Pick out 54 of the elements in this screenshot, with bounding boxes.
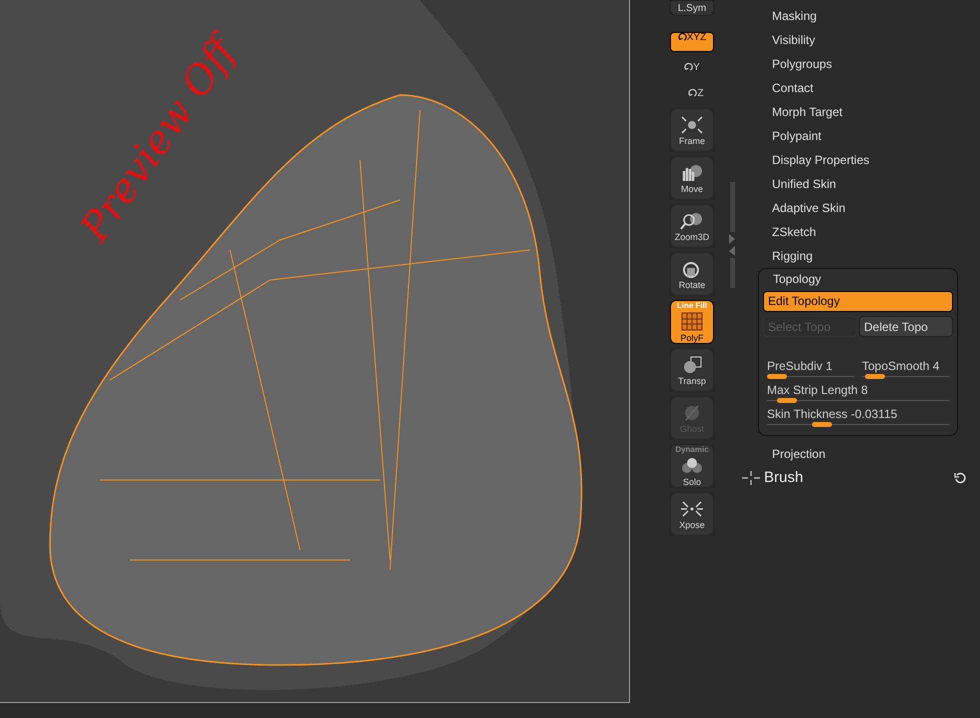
tool-button[interactable]: Frame xyxy=(670,108,714,152)
magnifier-icon xyxy=(680,210,704,230)
arrows-icon xyxy=(680,498,704,518)
palette-title[interactable]: Brush xyxy=(764,466,954,490)
menu-item[interactable]: Projection xyxy=(740,442,980,466)
menu-item[interactable]: Adaptive Skin xyxy=(740,196,980,220)
grid-icon xyxy=(680,312,704,332)
slider-thumb[interactable] xyxy=(812,422,832,426)
axis-toggle[interactable]: Z xyxy=(688,82,704,104)
tool-button[interactable]: Line Fill PolyF xyxy=(670,300,714,344)
tool-button[interactable]: Rotate xyxy=(670,252,714,296)
frame-icon xyxy=(680,114,704,134)
slider-track[interactable] xyxy=(767,397,949,403)
symmetry-button[interactable]: L.Sym xyxy=(670,0,714,16)
tool-button[interactable]: Transp xyxy=(670,348,714,392)
section-header[interactable]: Topology xyxy=(763,269,953,289)
crosshair-icon xyxy=(742,471,760,485)
menu-item[interactable]: Contact xyxy=(740,76,980,100)
rotate-icon xyxy=(678,33,687,42)
slider-thumb[interactable] xyxy=(865,374,886,378)
menu-item[interactable]: Rigging xyxy=(740,244,980,268)
spheres-icon xyxy=(680,456,704,476)
slider-thumb[interactable] xyxy=(777,398,798,402)
tool-button[interactable]: Xpose xyxy=(670,492,714,536)
slider-label: Max Strip Length 8 xyxy=(767,383,869,397)
edit-topology-button[interactable]: Edit Topology xyxy=(763,290,953,312)
expand-arrow-icon[interactable] xyxy=(729,234,735,244)
slider-track[interactable] xyxy=(767,421,949,427)
rotate-icon xyxy=(684,62,694,72)
menu-item[interactable]: Display Properties xyxy=(740,148,980,172)
scroll-grip[interactable] xyxy=(730,182,734,232)
hand-icon xyxy=(680,162,704,182)
menu-item[interactable]: Morph Target xyxy=(740,100,980,124)
tool-button[interactable]: Dynamic Solo xyxy=(670,444,714,488)
reset-icon[interactable] xyxy=(954,472,966,484)
menu-item[interactable]: ZSketch xyxy=(740,220,980,244)
tool-button[interactable]: Zoom3D xyxy=(670,204,714,248)
menu-item[interactable]: Visibility xyxy=(740,28,980,52)
xyz-toggle[interactable]: XYZ xyxy=(670,32,714,52)
slider-label: Skin Thickness -0.03115 xyxy=(767,407,898,421)
menu-item[interactable]: Polygroups xyxy=(740,52,980,76)
slider-label: PreSubdiv 1 xyxy=(767,359,834,373)
tool-button[interactable]: Move xyxy=(670,156,714,200)
menu-item[interactable]: Masking xyxy=(740,4,980,28)
topology-button[interactable]: Delete Topo xyxy=(859,316,953,337)
scroll-grip[interactable] xyxy=(730,258,734,288)
slider-track[interactable] xyxy=(862,373,949,379)
slider-label: TopoSmooth 4 xyxy=(862,359,940,373)
menu-item[interactable]: Polypaint xyxy=(740,124,980,148)
slider-track[interactable] xyxy=(767,373,854,379)
rotate-icon xyxy=(688,88,698,98)
menu-item[interactable]: Unified Skin xyxy=(740,172,980,196)
axis-toggle[interactable]: Y xyxy=(684,56,700,78)
slider-thumb[interactable] xyxy=(767,374,787,378)
